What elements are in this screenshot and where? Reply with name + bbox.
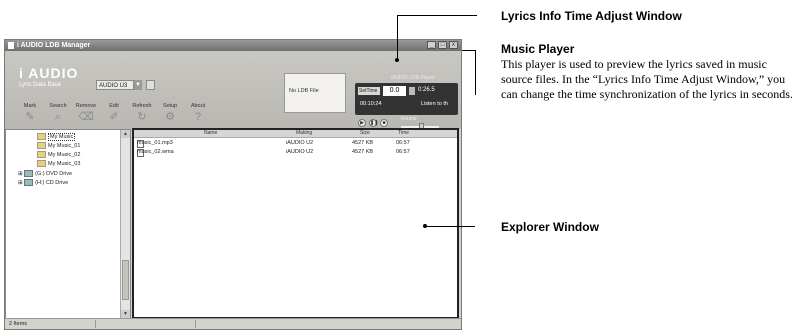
file-size: 4527 KB	[352, 149, 374, 155]
refresh-button[interactable]: Refresh ↻	[131, 103, 153, 124]
music-player-annotation-title: Music Player	[501, 42, 575, 56]
file-making: iAUDIO U2	[286, 140, 314, 146]
lyrics-display-panel: SetTime 0.0 0:26.5 00:10:24 Listen to th	[355, 83, 458, 115]
callout-line-music-player	[462, 50, 475, 51]
lyric-db-label: Lyric Data Base	[19, 82, 62, 88]
tree-item-my-music-03[interactable]: My Music_03	[37, 160, 80, 167]
play-time-display: 0:26.5	[418, 87, 435, 93]
title-bar[interactable]: i AUDIO LDB Manager _ □ x	[5, 40, 461, 51]
close-button[interactable]: x	[449, 41, 458, 49]
minimize-button[interactable]: _	[427, 41, 436, 49]
adjust-spinner[interactable]	[409, 87, 415, 95]
callout-line-lyrics-adjust	[397, 15, 398, 61]
folder-tree: My Music My Music_01 My Music_02 My Musi…	[5, 129, 131, 319]
time-mode-select[interactable]: SetTime	[358, 87, 380, 95]
scroll-thumb[interactable]	[122, 260, 129, 300]
file-time: 06:57	[396, 149, 410, 155]
callout-line-lyrics-adjust-h	[397, 15, 477, 16]
status-bar: 2 Items	[5, 318, 461, 329]
app-header: i AUDIO Lyric Data Base AUDIO U3 ▼ Mark ✎…	[5, 51, 461, 130]
iaudio-logo: i AUDIO	[19, 65, 79, 81]
remove-button[interactable]: Remove ⌫	[75, 103, 97, 124]
folder-icon	[37, 133, 46, 140]
window-controls: _ □ x	[427, 41, 458, 49]
stop-button[interactable]: ■	[380, 119, 388, 127]
edit-button[interactable]: Edit ✐	[103, 103, 125, 124]
play-button[interactable]: ▶	[358, 119, 366, 127]
edit-icon: ✐	[109, 111, 119, 123]
status-divider	[195, 320, 196, 328]
window-title: i AUDIO LDB Manager	[17, 42, 91, 49]
folder-icon	[37, 160, 46, 167]
tree-item-my-music-01[interactable]: My Music_01	[37, 142, 80, 149]
lyric-time-code: 00:10:24	[360, 101, 382, 107]
playback-controls: ▶ ❚❚ ■	[358, 119, 388, 127]
file-making: iAUDIO U2	[286, 149, 314, 155]
column-header-time[interactable]: Time	[398, 130, 409, 137]
explorer-window: Name Making Size Time music_01.mp3 iAUDI…	[132, 128, 459, 319]
lyric-line-text: Listen to th	[421, 101, 448, 107]
file-size: 4527 KB	[352, 140, 374, 146]
cd-drive-icon	[24, 179, 34, 186]
lyric-info-text: No LDB File	[289, 88, 319, 94]
pause-button[interactable]: ❚❚	[369, 119, 378, 127]
about-button[interactable]: About?	[187, 103, 209, 124]
tree-item-dvd-drive[interactable]: ⊞ (G:) DVD Drive	[18, 170, 72, 177]
callout-line-music-player-v	[475, 50, 476, 95]
mark-button[interactable]: Mark ✎	[19, 103, 41, 124]
tree-item-cd-drive[interactable]: ⊞ (H:) CD Drive	[18, 179, 68, 186]
tree-scrollbar[interactable]: ▲ ▼	[120, 130, 130, 318]
callout-line-explorer	[425, 226, 475, 227]
ldb-manager-window: i AUDIO LDB Manager _ □ x i AUDIO Lyric …	[4, 39, 462, 330]
column-header-size[interactable]: Size	[360, 130, 370, 137]
status-divider	[95, 320, 96, 328]
app-icon	[8, 42, 14, 49]
refresh-icon: ↻	[137, 111, 147, 123]
column-header-name[interactable]: Name	[204, 130, 217, 137]
lyrics-time-adjust-input[interactable]: 0.0	[382, 85, 407, 97]
volume-label: Volume	[400, 116, 417, 122]
mark-icon: ✎	[25, 111, 35, 123]
lyric-info-box: No LDB File	[284, 73, 346, 113]
scroll-up-icon[interactable]: ▲	[121, 130, 130, 138]
dvd-drive-icon	[24, 170, 34, 177]
explorer-annotation-title: Explorer Window	[501, 220, 599, 234]
file-time: 06:57	[396, 140, 410, 146]
column-header-making[interactable]: Making	[296, 130, 312, 137]
setup-button[interactable]: Setup ⚙	[159, 103, 181, 124]
music-player-annotation-body: This player is used to preview the lyric…	[501, 57, 793, 101]
maximize-button[interactable]: □	[438, 41, 447, 49]
callout-dot-explorer	[423, 224, 427, 228]
toolbar: Mark ✎ Search ⌕ Remove ⌫ Edit ✐ Refresh ↻ Set…	[19, 103, 209, 124]
player-label: iAUDIO LDB Player	[391, 75, 435, 81]
scroll-down-icon[interactable]: ▼	[121, 310, 130, 318]
folder-icon	[37, 142, 46, 149]
lyric-db-options-button[interactable]	[146, 80, 155, 90]
lyrics-adjust-annotation-title: Lyrics Info Time Adjust Window	[501, 9, 682, 23]
setup-icon: ⚙	[165, 111, 175, 123]
callout-dot-lyrics-adjust	[395, 58, 399, 62]
chevron-down-icon[interactable]: ▼	[134, 80, 142, 90]
search-button[interactable]: Search ⌕	[47, 103, 69, 124]
lyric-db-select[interactable]: AUDIO U3	[96, 80, 134, 90]
remove-icon: ⌫	[78, 111, 94, 123]
tree-item-my-music[interactable]: My Music	[37, 132, 76, 141]
item-count: 2 Items	[9, 321, 28, 327]
tree-item-my-music-02[interactable]: My Music_02	[37, 151, 80, 158]
about-icon: ?	[194, 111, 202, 123]
file-list-header: Name Making Size Time	[134, 130, 457, 138]
folder-icon	[37, 151, 46, 158]
search-icon: ⌕	[54, 111, 62, 123]
